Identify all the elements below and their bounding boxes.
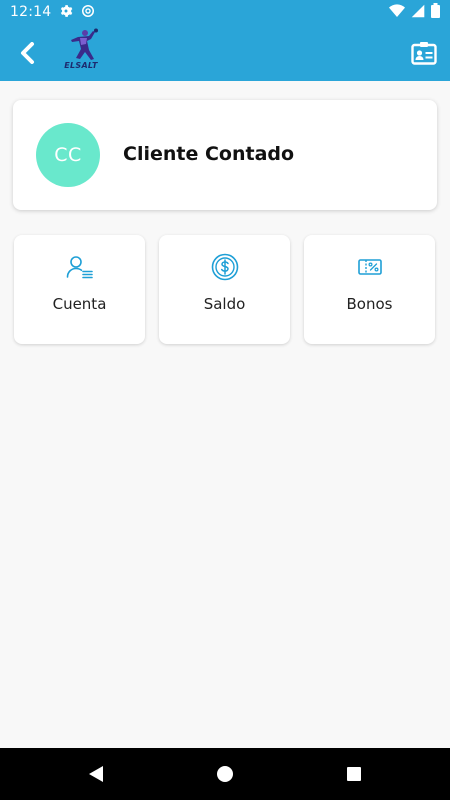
tile-label: Saldo xyxy=(203,295,246,313)
brand-logo: ELSALT xyxy=(56,28,106,76)
logo-figure-icon xyxy=(71,28,98,60)
recents-square-icon xyxy=(347,767,361,781)
app-bar: ELSALT xyxy=(0,24,450,81)
profile-name: Cliente Contado xyxy=(123,143,295,165)
home-circle-icon xyxy=(217,766,233,782)
tile-bonos[interactable]: Bonos xyxy=(304,235,435,344)
logo-text: ELSALT xyxy=(64,61,98,70)
wifi-icon xyxy=(389,3,405,21)
battery-icon xyxy=(431,3,440,21)
back-button[interactable] xyxy=(12,38,42,68)
status-right xyxy=(389,3,440,21)
at-sign-icon xyxy=(81,4,95,21)
tile-label: Cuenta xyxy=(52,295,107,313)
avatar: CC xyxy=(36,123,100,187)
chevron-left-icon xyxy=(21,42,34,64)
gear-icon xyxy=(59,4,73,21)
nav-home-button[interactable] xyxy=(213,762,237,786)
nav-recents-button[interactable] xyxy=(342,762,366,786)
status-time: 12:14 xyxy=(10,4,52,20)
user-list-icon xyxy=(66,253,94,281)
tile-cuenta[interactable]: Cuenta xyxy=(14,235,145,344)
system-nav-bar xyxy=(0,748,450,800)
contact-card-button[interactable] xyxy=(410,39,438,67)
signal-icon xyxy=(411,4,425,21)
back-triangle-icon xyxy=(89,766,103,782)
status-bar: 12:14 xyxy=(0,0,450,24)
nav-back-button[interactable] xyxy=(84,762,108,786)
profile-card: CC Cliente Contado xyxy=(13,100,437,210)
contact-card-icon xyxy=(411,42,437,65)
percent-ticket-icon xyxy=(356,253,384,281)
status-left: 12:14 xyxy=(10,4,95,21)
tile-saldo[interactable]: Saldo xyxy=(159,235,290,344)
dollar-coin-icon xyxy=(211,253,239,281)
tile-label: Bonos xyxy=(346,295,393,313)
